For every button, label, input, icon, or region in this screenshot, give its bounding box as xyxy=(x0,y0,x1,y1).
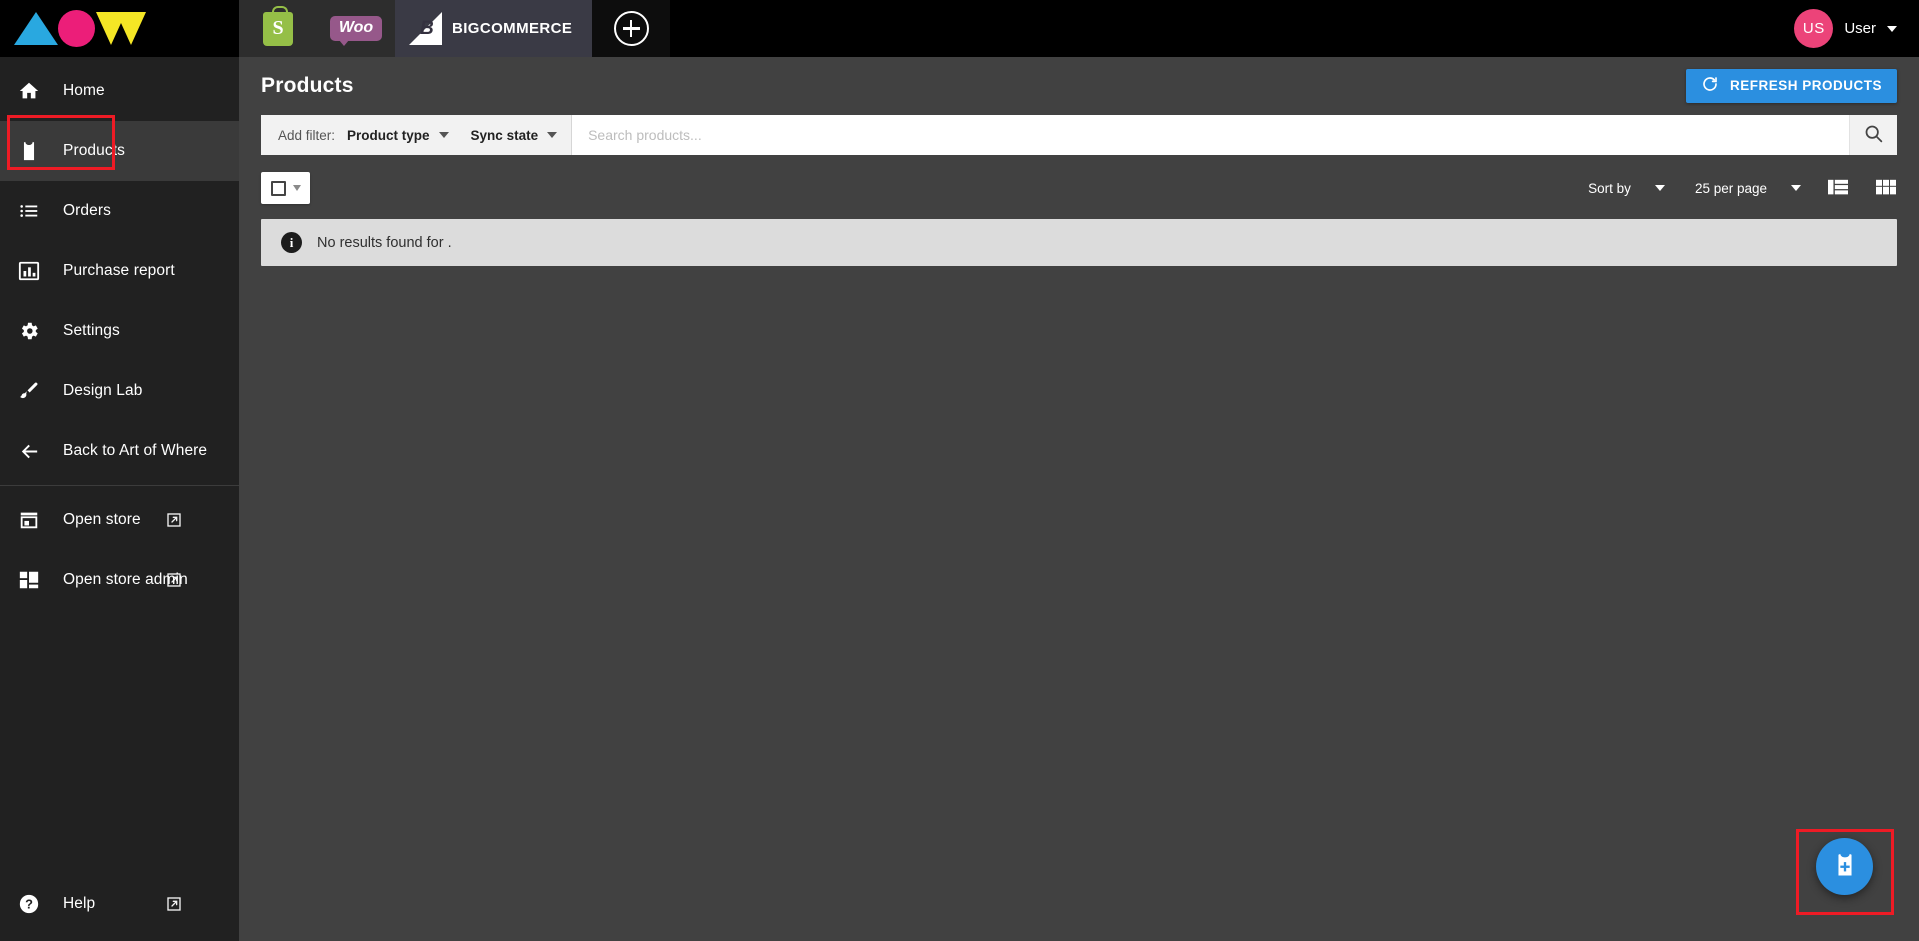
arrow-left-icon xyxy=(18,440,48,463)
store-tab-shopify[interactable]: S xyxy=(239,0,317,57)
user-name-label: User xyxy=(1844,20,1876,37)
sort-by-label: Sort by xyxy=(1588,180,1631,196)
store-tab-woocommerce[interactable]: Woo xyxy=(317,0,395,57)
dashboard-icon xyxy=(18,569,48,591)
chevron-down-icon[interactable] xyxy=(292,185,301,191)
filter-sync-state-label: Sync state xyxy=(470,127,539,143)
sidebar-item-label: Products xyxy=(63,142,125,159)
sidebar-footer: ? Help xyxy=(0,875,239,941)
store-tab-label: BIGCOMMERCE xyxy=(452,20,573,37)
sidebar-item-back-to-art-of-where[interactable]: Back to Art of Where xyxy=(0,421,239,481)
sidebar-item-label: Purchase report xyxy=(63,262,175,279)
add-product-icon xyxy=(1831,851,1859,882)
external-link-icon xyxy=(166,896,182,912)
sidebar-item-design-lab[interactable]: Design Lab xyxy=(0,361,239,421)
chevron-down-icon xyxy=(547,132,558,138)
toolbar-right: Sort by 25 per page xyxy=(1558,178,1897,198)
sidebar-item-orders[interactable]: Orders xyxy=(0,181,239,241)
list-toolbar: Sort by 25 per page xyxy=(261,162,1897,214)
list-icon xyxy=(18,200,48,222)
no-results-alert: i No results found for . xyxy=(261,219,1897,266)
sidebar-item-settings[interactable]: Settings xyxy=(0,301,239,361)
checkbox-icon[interactable] xyxy=(270,180,286,196)
sidebar-nav: Home Products Orders Purchase report Set… xyxy=(0,57,239,875)
sidebar-item-label: Open store xyxy=(63,511,141,528)
chevron-down-icon xyxy=(1654,185,1665,191)
shirt-icon xyxy=(18,140,48,162)
shopify-icon: S xyxy=(263,5,293,46)
sidebar-item-open-store-admin[interactable]: Open store admin xyxy=(0,550,239,610)
filter-controls: Add filter: Product type Sync state xyxy=(261,115,573,155)
search-button[interactable] xyxy=(1849,115,1897,155)
add-filter-label: Add filter: xyxy=(278,127,336,143)
main-area: S Woo B BIGCOMMERCE US User Products REF… xyxy=(239,0,1919,941)
sidebar-item-open-store[interactable]: Open store xyxy=(0,490,239,550)
sidebar-item-label: Home xyxy=(63,82,105,99)
sidebar-item-label: Back to Art of Where xyxy=(63,442,208,459)
per-page-label: 25 per page xyxy=(1694,180,1767,196)
user-menu[interactable]: US User xyxy=(1794,0,1919,57)
page-title: Products xyxy=(261,73,354,97)
refresh-products-label: REFRESH PRODUCTS xyxy=(1729,78,1882,93)
chevron-down-icon xyxy=(1887,25,1897,32)
list-view-icon[interactable] xyxy=(1827,178,1849,198)
external-link-icon xyxy=(166,512,182,528)
no-results-message: No results found for . xyxy=(317,234,452,251)
chevron-down-icon xyxy=(438,132,449,138)
plus-circle-icon xyxy=(613,11,649,46)
sidebar: Home Products Orders Purchase report Set… xyxy=(0,0,239,941)
bigcommerce-icon: B xyxy=(409,12,442,45)
refresh-products-button[interactable]: REFRESH PRODUCTS xyxy=(1685,68,1897,103)
aow-logo-icon xyxy=(14,10,146,47)
filter-sync-state[interactable]: Sync state xyxy=(471,128,558,143)
app-logo[interactable] xyxy=(0,0,239,57)
sidebar-divider xyxy=(0,485,239,486)
sidebar-item-purchase-report[interactable]: Purchase report xyxy=(0,241,239,301)
top-bar: S Woo B BIGCOMMERCE US User xyxy=(239,0,1919,57)
external-link-icon xyxy=(166,572,182,588)
page-header: Products REFRESH PRODUCTS xyxy=(261,57,1897,114)
info-icon: i xyxy=(281,232,302,253)
refresh-icon xyxy=(1701,75,1719,96)
help-circle-icon: ? xyxy=(18,893,48,915)
sidebar-item-label: Settings xyxy=(63,322,120,339)
filter-bar: Add filter: Product type Sync state xyxy=(261,115,1897,155)
gear-icon xyxy=(18,320,48,342)
sidebar-item-help[interactable]: ? Help xyxy=(0,875,239,933)
sidebar-item-label: Design Lab xyxy=(63,382,143,399)
store-tab-bigcommerce[interactable]: B BIGCOMMERCE xyxy=(395,0,593,57)
add-product-fab[interactable] xyxy=(1816,838,1873,895)
svg-text:?: ? xyxy=(25,897,33,912)
select-all-control[interactable] xyxy=(261,172,310,204)
per-page-dropdown[interactable]: 25 per page xyxy=(1695,181,1801,196)
top-bar-spacer xyxy=(670,0,1795,57)
sidebar-item-label: Orders xyxy=(63,202,111,219)
content-panel: Products REFRESH PRODUCTS Add filter: Pr… xyxy=(239,57,1919,941)
grid-view-icon[interactable] xyxy=(1875,178,1897,198)
app-root: Home Products Orders Purchase report Set… xyxy=(0,0,1919,941)
filter-product-type[interactable]: Product type xyxy=(347,128,449,143)
add-store-button[interactable] xyxy=(592,0,671,57)
logo-w-icon xyxy=(96,12,146,45)
sidebar-item-home[interactable]: Home xyxy=(0,61,239,121)
bar-chart-icon xyxy=(18,260,48,282)
sidebar-item-products[interactable]: Products xyxy=(0,121,239,181)
logo-circle-icon xyxy=(58,10,95,47)
storefront-icon xyxy=(18,509,48,531)
bigcommerce-b-letter: B xyxy=(420,18,434,39)
search-input[interactable] xyxy=(572,115,1849,155)
woocommerce-icon: Woo xyxy=(329,16,383,46)
search-icon xyxy=(1863,123,1884,147)
sidebar-item-label: Help xyxy=(63,895,96,912)
home-icon xyxy=(18,80,48,102)
filter-product-type-label: Product type xyxy=(347,127,430,143)
avatar: US xyxy=(1794,9,1834,48)
chevron-down-icon xyxy=(1791,185,1801,191)
logo-triangle-icon xyxy=(14,12,58,45)
paintbrush-icon xyxy=(18,380,48,402)
sort-by-dropdown[interactable]: Sort by xyxy=(1588,181,1665,196)
